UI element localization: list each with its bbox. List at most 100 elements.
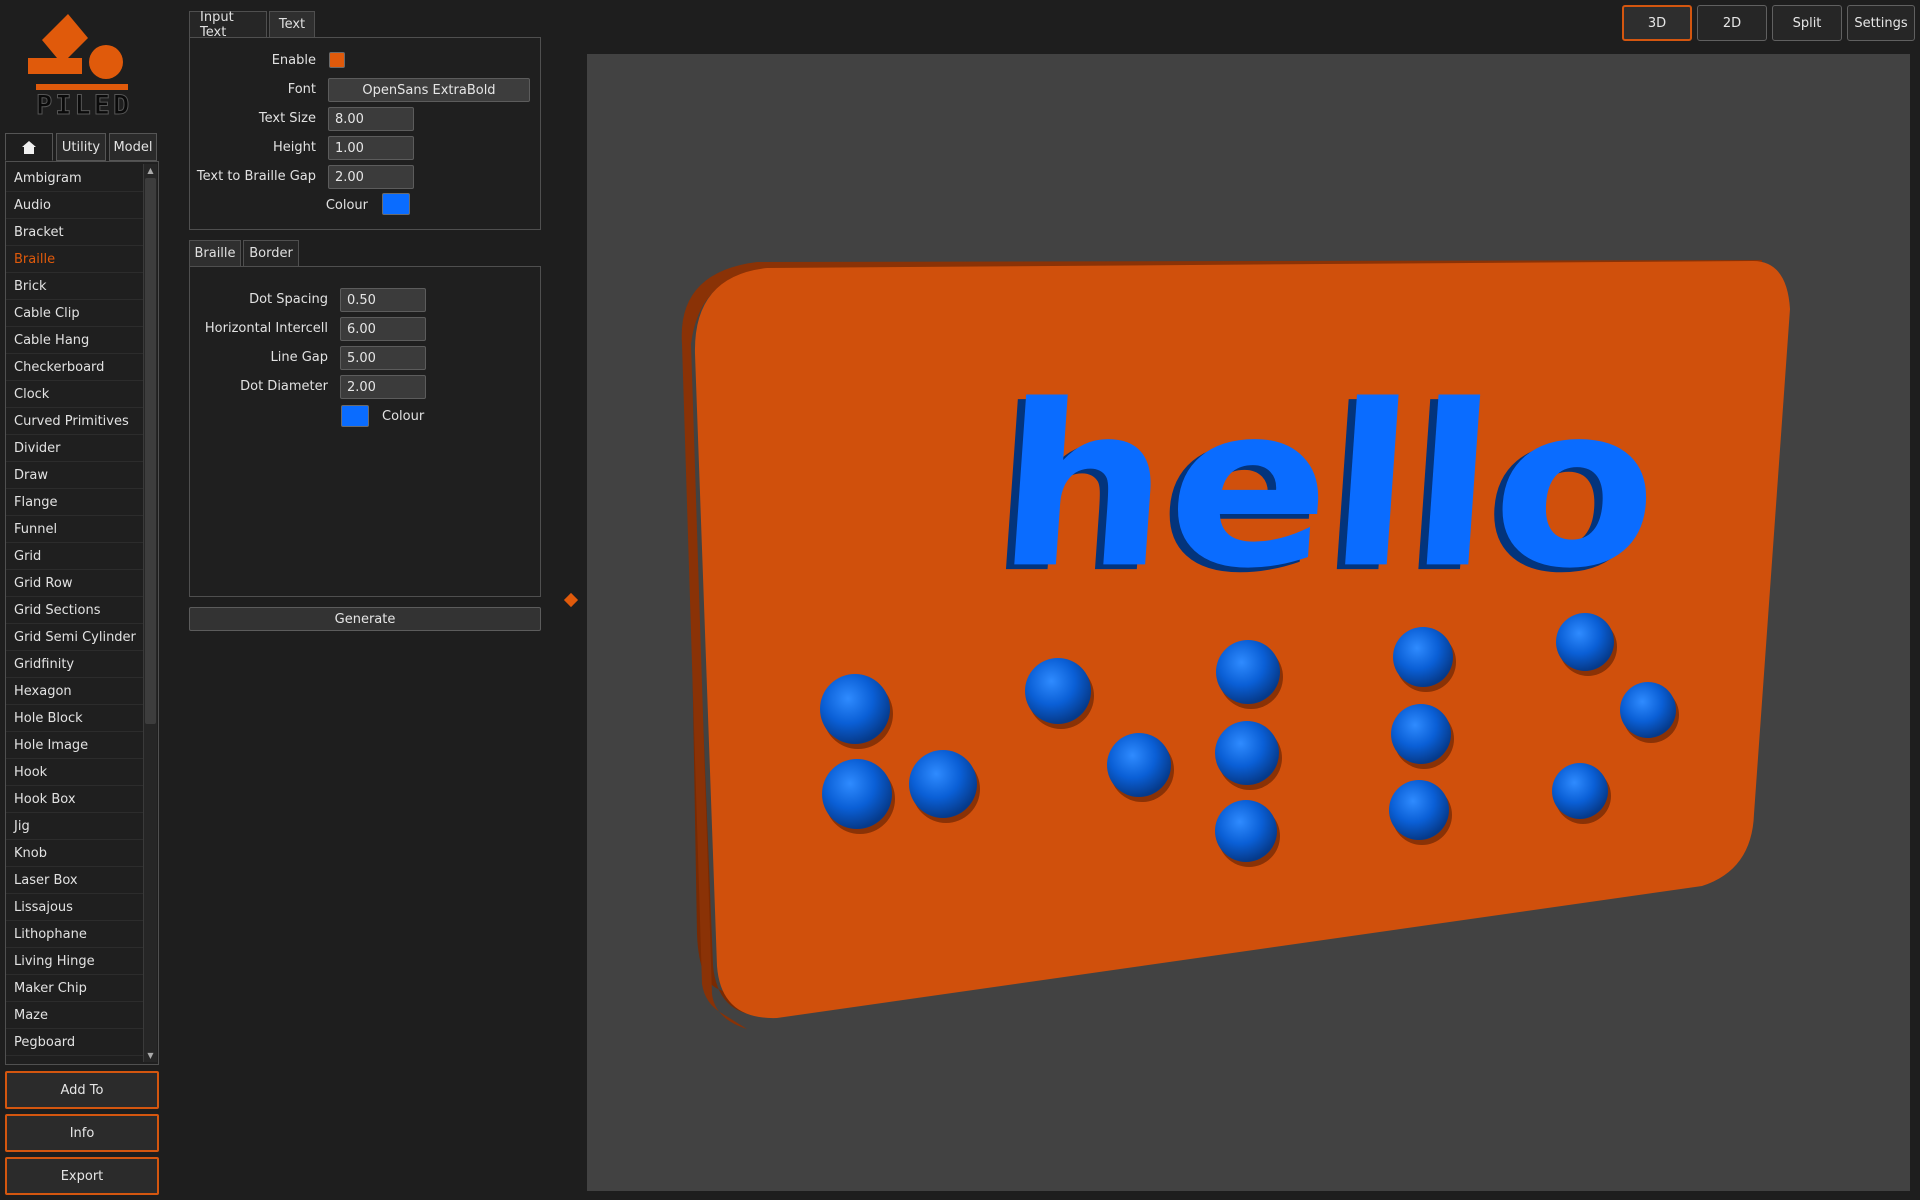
braille-colour-swatch[interactable] bbox=[341, 405, 369, 427]
height-label: Height bbox=[273, 140, 316, 155]
list-item[interactable]: Lithophane bbox=[6, 921, 144, 948]
list-item[interactable]: Laser Box bbox=[6, 867, 144, 894]
braille-dot bbox=[820, 674, 890, 744]
tab-input-text[interactable]: Input Text bbox=[189, 10, 267, 40]
tab-utility[interactable]: Utility bbox=[56, 133, 106, 161]
braille-dot bbox=[1215, 800, 1277, 862]
list-item[interactable]: Bracket bbox=[6, 219, 144, 246]
line-gap-input[interactable]: 5.00 bbox=[340, 346, 426, 370]
tab-model[interactable]: Model bbox=[109, 133, 157, 161]
tab-braille[interactable]: Braille bbox=[189, 240, 241, 267]
braille-dot bbox=[1215, 721, 1279, 785]
line-gap-label: Line Gap bbox=[270, 350, 328, 365]
add-to-button[interactable]: Add To bbox=[5, 1071, 159, 1109]
view-split-button[interactable]: Split bbox=[1772, 5, 1842, 41]
model-text: hello hello bbox=[982, 356, 1666, 622]
braille-dot bbox=[1393, 627, 1453, 687]
braille-dot bbox=[822, 759, 892, 829]
list-item[interactable]: Hole Block bbox=[6, 705, 144, 732]
left-tabbar: Utility Model bbox=[5, 133, 157, 161]
scroll-thumb[interactable] bbox=[145, 178, 156, 724]
braille-dot bbox=[1389, 780, 1449, 840]
model-text-face: hello bbox=[991, 356, 1667, 617]
braille-dot bbox=[1025, 658, 1091, 724]
list-item[interactable]: Hook Box bbox=[6, 786, 144, 813]
list-item[interactable]: Cable Hang bbox=[6, 327, 144, 354]
list-item[interactable]: Lissajous bbox=[6, 894, 144, 921]
export-button[interactable]: Export bbox=[5, 1157, 159, 1195]
tab-border[interactable]: Border bbox=[243, 240, 299, 267]
list-item[interactable]: Audio bbox=[6, 192, 144, 219]
braille-dot bbox=[1552, 763, 1608, 819]
list-item[interactable]: Funnel bbox=[6, 516, 144, 543]
braille-panel-tabs: Braille Border bbox=[189, 240, 299, 267]
braille-dot bbox=[1556, 613, 1614, 671]
tab-text[interactable]: Text bbox=[269, 11, 315, 38]
list-item[interactable]: Divider bbox=[6, 435, 144, 462]
view-3d-button[interactable]: 3D bbox=[1622, 5, 1692, 41]
text-colour-swatch[interactable] bbox=[382, 193, 410, 215]
model-list: Ambigram Audio Bracket Braille Brick Cable Cl… bbox=[6, 165, 144, 1056]
list-item[interactable]: Brick bbox=[6, 273, 144, 300]
horizontal-intercell-input[interactable]: 6.00 bbox=[340, 317, 426, 341]
list-item[interactable]: Maze bbox=[6, 1002, 144, 1029]
3d-viewport[interactable]: hello hello bbox=[587, 54, 1910, 1191]
settings-button[interactable]: Settings bbox=[1847, 5, 1915, 41]
list-item[interactable]: Hexagon bbox=[6, 678, 144, 705]
horizontal-intercell-label: Horizontal Intercell bbox=[204, 321, 328, 336]
info-button[interactable]: Info bbox=[5, 1114, 159, 1152]
dot-spacing-label: Dot Spacing bbox=[249, 292, 328, 307]
list-item[interactable]: Cable Clip bbox=[6, 300, 144, 327]
list-item[interactable]: Braille bbox=[6, 246, 144, 273]
braille-dot bbox=[1107, 733, 1171, 797]
height-input[interactable]: 1.00 bbox=[328, 136, 414, 160]
list-item[interactable]: Pegboard bbox=[6, 1029, 144, 1056]
tab-home[interactable] bbox=[5, 133, 53, 161]
braille-dot bbox=[1391, 704, 1451, 764]
generate-button[interactable]: Generate bbox=[189, 607, 541, 631]
text-braille-gap-input[interactable]: 2.00 bbox=[328, 165, 414, 189]
list-item[interactable]: Gridfinity bbox=[6, 651, 144, 678]
scroll-down-arrow-icon[interactable]: ▼ bbox=[144, 1049, 157, 1062]
list-item[interactable]: Flange bbox=[6, 489, 144, 516]
list-item[interactable]: Grid Row bbox=[6, 570, 144, 597]
enable-checkbox[interactable] bbox=[329, 52, 345, 68]
view-2d-button[interactable]: 2D bbox=[1697, 5, 1767, 41]
list-item[interactable]: Clock bbox=[6, 381, 144, 408]
dot-spacing-input[interactable]: 0.50 bbox=[340, 288, 426, 312]
braille-colour-label: Colour bbox=[382, 409, 425, 424]
list-item[interactable]: Grid Sections bbox=[6, 597, 144, 624]
list-item[interactable]: Grid Semi Cylinder bbox=[6, 624, 144, 651]
font-label: Font bbox=[287, 82, 316, 97]
list-item[interactable]: Hole Image bbox=[6, 732, 144, 759]
list-item[interactable]: Curved Primitives bbox=[6, 408, 144, 435]
braille-settings-panel: Dot Spacing 0.50 Horizontal Intercell 6.… bbox=[189, 266, 541, 597]
scroll-up-arrow-icon[interactable]: ▲ bbox=[144, 164, 157, 177]
dot-diameter-input[interactable]: 2.00 bbox=[340, 375, 426, 399]
model-list-panel: Ambigram Audio Bracket Braille Brick Cable Cl… bbox=[5, 161, 159, 1065]
logo-text: PILED bbox=[35, 90, 133, 122]
list-item[interactable]: Checkerboard bbox=[6, 354, 144, 381]
enable-label: Enable bbox=[271, 53, 316, 68]
list-item[interactable]: Jig bbox=[6, 813, 144, 840]
text-size-label: Text Size bbox=[258, 111, 316, 126]
list-item[interactable]: Knob bbox=[6, 840, 144, 867]
home-icon bbox=[22, 140, 36, 154]
model-list-scrollbar[interactable]: ▲ ▼ bbox=[143, 164, 157, 1062]
braille-dot bbox=[1620, 682, 1676, 738]
braille-dot bbox=[909, 750, 977, 818]
list-item[interactable]: Grid bbox=[6, 543, 144, 570]
list-item[interactable]: Draw bbox=[6, 462, 144, 489]
text-panel-tabs: Input Text Text bbox=[189, 10, 315, 40]
list-item[interactable]: Living Hinge bbox=[6, 948, 144, 975]
braille-dot bbox=[1216, 640, 1280, 704]
font-select-button[interactable]: OpenSans ExtraBold bbox=[328, 78, 530, 102]
text-colour-label: Colour bbox=[325, 198, 368, 213]
list-item[interactable]: Hook bbox=[6, 759, 144, 786]
text-settings-panel: Enable Font OpenSans ExtraBold Text Size… bbox=[189, 37, 541, 230]
text-size-input[interactable]: 8.00 bbox=[328, 107, 414, 131]
list-item[interactable]: Maker Chip bbox=[6, 975, 144, 1002]
list-item[interactable]: Ambigram bbox=[6, 165, 144, 192]
panel-splitter-handle[interactable] bbox=[563, 592, 579, 608]
dot-diameter-label: Dot Diameter bbox=[240, 379, 328, 394]
